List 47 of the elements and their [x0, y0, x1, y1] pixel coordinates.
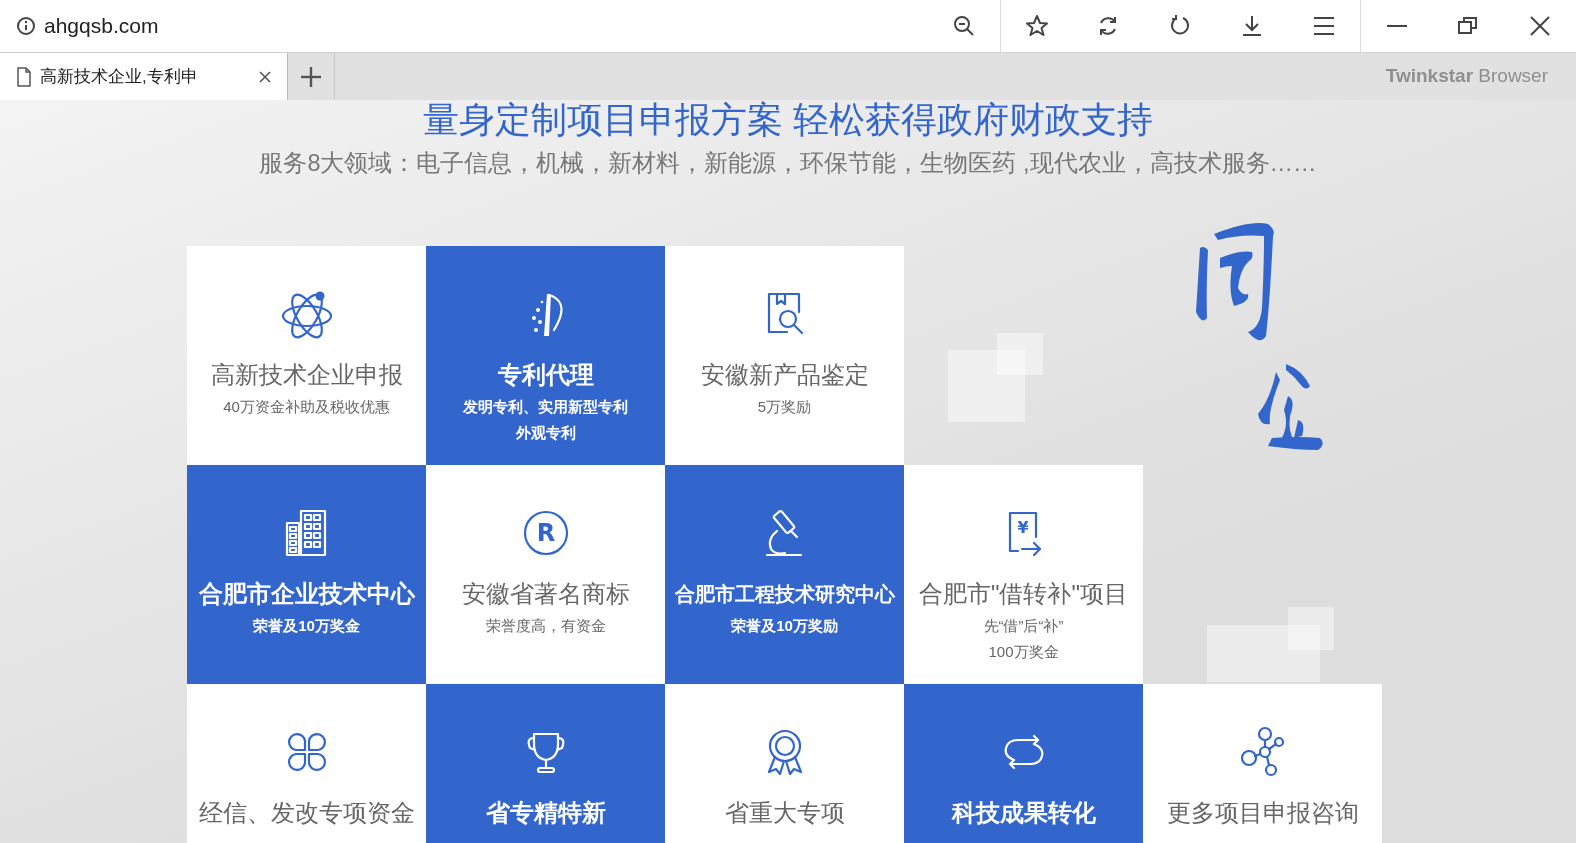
star-icon[interactable]: [1024, 14, 1049, 38]
card-title: 合肥市"借转补"项目: [918, 579, 1128, 609]
card-title: 安徽新产品鉴定: [700, 360, 869, 390]
card-description: 荣誉及10万奖励: [731, 616, 838, 636]
card-description: 先“借”后“补”: [983, 616, 1064, 636]
card-description: 外观专利: [515, 423, 576, 443]
headline: 量身定制项目申报方案 轻松获得政府财政支持: [422, 100, 1154, 139]
card-title: 省重大专项: [724, 798, 845, 828]
service-card[interactable]: 安徽新产品鉴定 5万奖励: [665, 246, 904, 465]
service-card[interactable]: R 安徽省著名商标 荣誉度高，有资金: [426, 465, 665, 684]
service-card[interactable]: 更多项目申报咨询: [1143, 684, 1382, 843]
card-title: 专利代理: [497, 360, 594, 390]
close-icon[interactable]: [1528, 14, 1552, 38]
zoom-out-icon[interactable]: [952, 14, 976, 38]
service-card[interactable]: 合肥市工程技术研究中心 荣誉及10万奖励: [665, 465, 904, 684]
info-icon: [16, 16, 36, 36]
browser-brand: Twinkstar Browser: [1385, 64, 1549, 89]
card-description: 5万奖励: [757, 397, 812, 417]
card-title: 科技成果转化: [951, 798, 1096, 828]
card-title: 经信、发改专项资金: [198, 798, 415, 828]
document-icon: [16, 66, 32, 87]
menu-icon[interactable]: [1312, 14, 1336, 38]
browser-tab[interactable]: 高新技术企业,专利申: [0, 53, 288, 100]
card-title: 更多项目申报咨询: [1166, 798, 1359, 828]
card-title: 省专精特新: [485, 798, 606, 828]
card-title: 高新技术企业申报: [210, 360, 403, 390]
download-icon[interactable]: [1240, 14, 1264, 38]
service-card[interactable]: 经信、发改专项资金: [187, 684, 426, 843]
service-card[interactable]: 省专精特新: [426, 684, 665, 843]
service-card[interactable]: 高新技术企业申报 40万资金补助及税收优惠: [187, 246, 426, 465]
card-description: 100万奖金: [988, 642, 1059, 662]
card-description: 荣誉及10万奖金: [253, 616, 360, 636]
card-title: 合肥市企业技术中心: [198, 579, 415, 609]
card-description: 发明专利、实用新型专利: [463, 397, 628, 417]
service-card[interactable]: 科技成果转化: [904, 684, 1143, 843]
service-card[interactable]: 专利代理 发明专利、实用新型专利 外观专利: [426, 246, 665, 465]
plus-icon[interactable]: [299, 64, 323, 89]
subheadline: 服务8大领域：电子信息，机械，新材料，新能源，环保节能，生物医药 ,现代农业，高技术服务……: [258, 149, 1318, 177]
card-description: 荣誉度高，有资金: [485, 616, 606, 636]
service-card[interactable]: 省重大专项: [665, 684, 904, 843]
service-card[interactable]: ¥ 合肥市"借转补"项目 先“借”后“补” 100万奖金: [904, 465, 1143, 684]
card-description: 40万资金补助及税收优惠: [223, 397, 390, 417]
address-field[interactable]: ahgqsb.com: [44, 10, 159, 42]
card-title: 合肥市工程技术研究中心: [674, 582, 895, 607]
close-icon[interactable]: [259, 70, 271, 83]
card-title: 安徽省著名商标: [461, 579, 630, 609]
service-card[interactable]: 合肥市企业技术中心 荣誉及10万奖金: [187, 465, 426, 684]
